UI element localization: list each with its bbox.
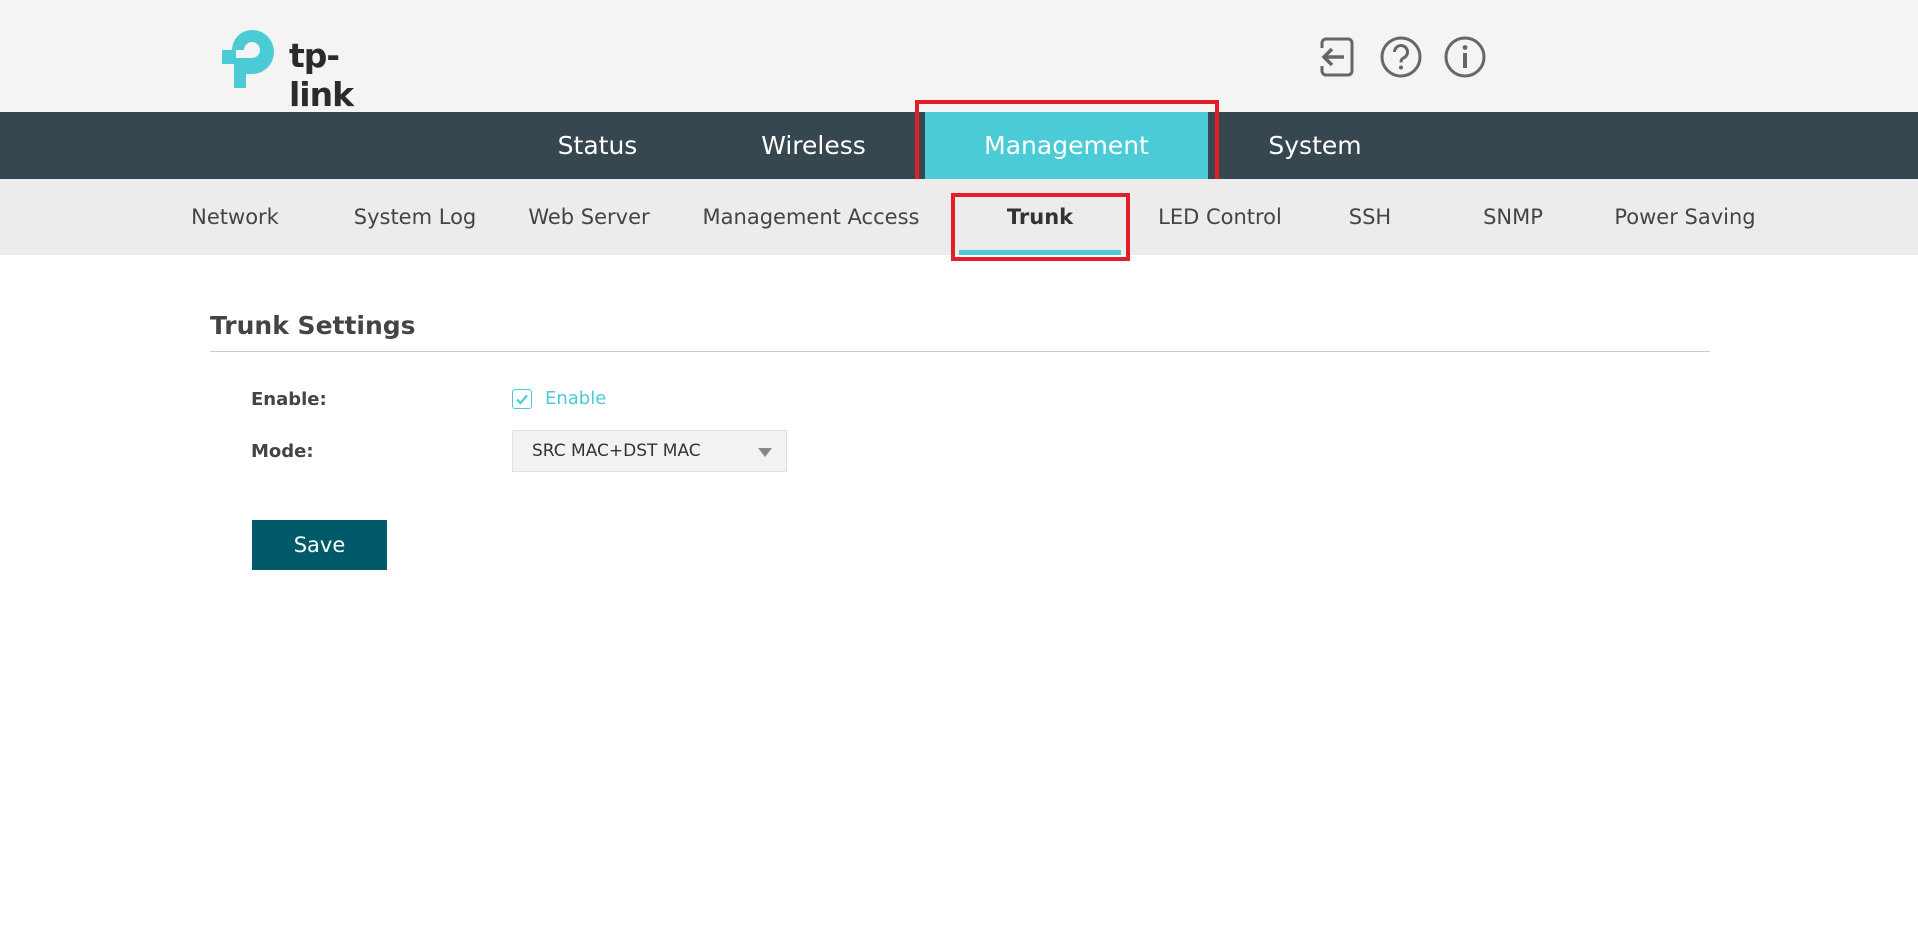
mode-select-value: SRC MAC+DST MAC	[532, 441, 701, 461]
subtab-snmp[interactable]: SNMP	[1465, 179, 1561, 255]
info-icon[interactable]	[1442, 34, 1488, 80]
subtab-trunk[interactable]: Trunk	[959, 179, 1121, 255]
section-divider	[210, 351, 1710, 352]
subtab-web-server[interactable]: Web Server	[518, 179, 660, 255]
tp-link-logo: tp-link	[222, 26, 398, 114]
header: tp-link	[0, 0, 1918, 114]
enable-checkbox-label[interactable]: Enable	[545, 388, 606, 409]
subtab-system-log[interactable]: System Log	[340, 179, 490, 255]
main-nav: Status Wireless Management System	[0, 112, 1918, 179]
subtab-management-access[interactable]: Management Access	[696, 179, 926, 255]
section-title: Trunk Settings	[210, 311, 416, 340]
chevron-down-icon	[758, 448, 772, 457]
subtab-ssh[interactable]: SSH	[1330, 179, 1410, 255]
save-button[interactable]: Save	[252, 520, 387, 570]
tp-link-logo-mark	[222, 30, 274, 88]
tab-wireless[interactable]: Wireless	[742, 112, 885, 179]
logout-icon[interactable]	[1314, 34, 1360, 80]
subtab-led-control[interactable]: LED Control	[1150, 179, 1290, 255]
active-subtab-underline	[959, 250, 1121, 255]
tab-system[interactable]: System	[1240, 112, 1390, 179]
checkmark-icon	[516, 394, 528, 405]
mode-field-label: Mode:	[251, 441, 314, 462]
tab-status[interactable]: Status	[525, 112, 670, 179]
subtab-power-saving[interactable]: Power Saving	[1600, 179, 1770, 255]
enable-checkbox[interactable]	[512, 389, 532, 409]
logo-text: tp-link	[289, 36, 354, 114]
subtab-network[interactable]: Network	[180, 179, 290, 255]
mode-select[interactable]: SRC MAC+DST MAC	[512, 430, 787, 472]
sub-nav: Network System Log Web Server Management…	[0, 179, 1918, 255]
help-icon[interactable]	[1378, 34, 1424, 80]
enable-field-label: Enable:	[251, 389, 327, 410]
tab-management[interactable]: Management	[925, 112, 1208, 179]
